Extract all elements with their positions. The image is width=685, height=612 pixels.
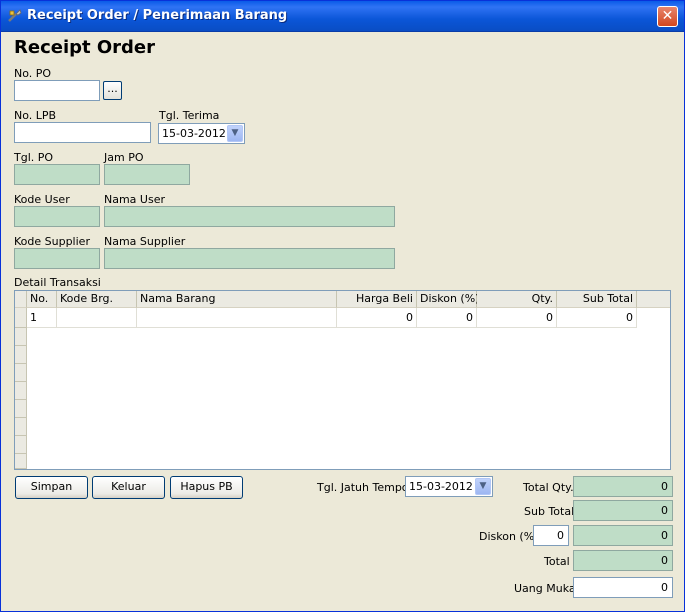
- grid-corner-header: [15, 291, 27, 308]
- close-button[interactable]: ✕: [657, 6, 678, 27]
- row-header[interactable]: [15, 436, 27, 454]
- column-header-no[interactable]: No.: [27, 291, 57, 308]
- cell-qty[interactable]: 0: [477, 308, 557, 328]
- kode-user-field: [14, 206, 100, 227]
- nama-user-label: Nama User: [104, 193, 165, 206]
- column-header-qty[interactable]: Qty.: [477, 291, 557, 308]
- app-tools-icon: [8, 9, 22, 22]
- total-label: Total: [544, 555, 570, 568]
- chevron-down-icon[interactable]: ▼: [475, 478, 491, 495]
- close-icon: ✕: [661, 8, 674, 24]
- diskon-percent-input[interactable]: 0: [533, 525, 569, 546]
- cell-diskon[interactable]: 0: [417, 308, 477, 328]
- no-lpb-input[interactable]: [14, 122, 151, 143]
- simpan-button[interactable]: Simpan: [15, 476, 88, 499]
- jam-po-label: Jam PO: [104, 151, 144, 164]
- tgl-terima-value: 15-03-2012: [162, 127, 226, 140]
- chevron-down-icon[interactable]: ▼: [227, 125, 243, 142]
- column-header-kode-brg[interactable]: Kode Brg.: [57, 291, 137, 308]
- no-po-label: No. PO: [14, 67, 52, 80]
- cell-nama-barang[interactable]: [137, 308, 337, 328]
- cell-no[interactable]: 1: [27, 308, 57, 328]
- diskon-label: Diskon (%): [479, 530, 539, 543]
- jatuh-tempo-datepicker[interactable]: 15-03-2012 ▼: [405, 476, 493, 497]
- page-title: Receipt Order: [14, 37, 156, 58]
- total-qty-field: 0: [573, 476, 673, 497]
- row-header[interactable]: [15, 382, 27, 400]
- column-header-sub-total[interactable]: Sub Total: [557, 291, 637, 308]
- kode-supplier-label: Kode Supplier: [14, 235, 90, 248]
- keluar-button[interactable]: Keluar: [92, 476, 165, 499]
- no-lpb-label: No. LPB: [14, 109, 57, 122]
- row-header[interactable]: [15, 346, 27, 364]
- sub-total-field: 0: [573, 500, 673, 521]
- column-header-nama-barang[interactable]: Nama Barang: [137, 291, 337, 308]
- row-header[interactable]: [15, 454, 27, 469]
- cell-sub-total[interactable]: 0: [557, 308, 637, 328]
- detail-transaksi-label: Detail Transaksi: [14, 276, 101, 289]
- nama-supplier-field: [104, 248, 395, 269]
- column-header-harga-beli[interactable]: Harga Beli: [337, 291, 417, 308]
- tgl-terima-datepicker[interactable]: 15-03-2012 ▼: [158, 123, 245, 144]
- total-qty-label: Total Qty.: [523, 481, 574, 494]
- detail-grid[interactable]: No. Kode Brg. Nama Barang Harga Beli Dis…: [14, 290, 671, 470]
- row-header[interactable]: [15, 418, 27, 436]
- tgl-terima-label: Tgl. Terima: [159, 109, 220, 122]
- browse-po-button[interactable]: ...: [103, 81, 122, 100]
- tgl-po-label: Tgl. PO: [14, 151, 54, 164]
- uang-muka-input[interactable]: 0: [573, 577, 673, 598]
- jatuh-tempo-label: Tgl. Jatuh Tempo: [317, 481, 409, 494]
- hapus-pb-button[interactable]: Hapus PB: [170, 476, 243, 499]
- column-header-diskon[interactable]: Diskon (%): [417, 291, 479, 308]
- nama-supplier-label: Nama Supplier: [104, 235, 186, 248]
- column-header-filler: [637, 291, 670, 308]
- total-field: 0: [573, 550, 673, 571]
- cell-harga-beli[interactable]: 0: [337, 308, 417, 328]
- title-bar[interactable]: Receipt Order / Penerimaan Barang ✕: [1, 1, 684, 32]
- no-po-input[interactable]: [14, 80, 100, 101]
- cell-kode-brg[interactable]: [57, 308, 137, 328]
- jatuh-tempo-value: 15-03-2012: [409, 480, 473, 493]
- row-header[interactable]: [15, 328, 27, 346]
- kode-supplier-field: [14, 248, 100, 269]
- row-header[interactable]: [15, 308, 27, 328]
- receipt-order-window: Receipt Order / Penerimaan Barang ✕ Rece…: [0, 0, 685, 612]
- row-header[interactable]: [15, 400, 27, 418]
- uang-muka-label: Uang Muka: [514, 582, 576, 595]
- tgl-po-field: [14, 164, 100, 185]
- sub-total-label: Sub Total: [524, 505, 575, 518]
- window-title: Receipt Order / Penerimaan Barang: [27, 8, 288, 23]
- kode-user-label: Kode User: [14, 193, 70, 206]
- row-header[interactable]: [15, 364, 27, 382]
- jam-po-field: [104, 164, 190, 185]
- diskon-amount-field: 0: [573, 525, 673, 546]
- nama-user-field: [104, 206, 395, 227]
